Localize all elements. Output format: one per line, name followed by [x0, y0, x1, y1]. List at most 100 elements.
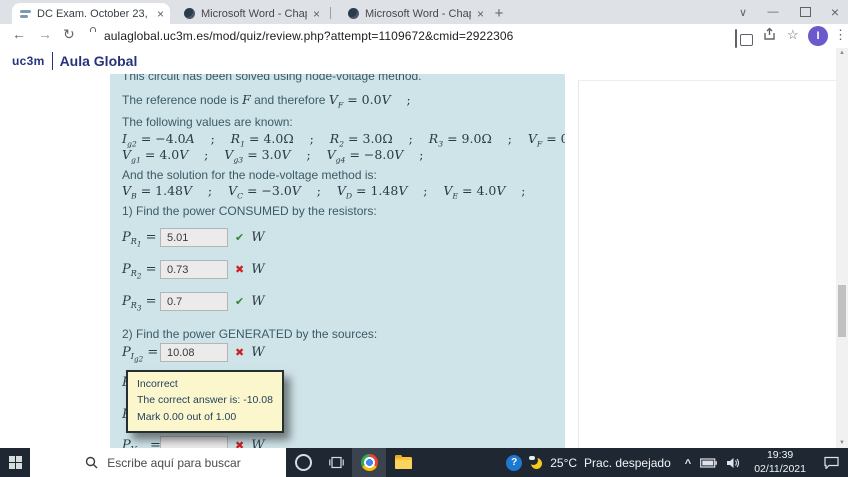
scrollbar-thumb[interactable]	[838, 285, 846, 337]
math-token: V	[291, 183, 301, 198]
hidden-icons-chevron-icon[interactable]: ^	[685, 458, 691, 470]
page-scrollbar[interactable]: ▲ ▼	[836, 48, 848, 448]
notification-icon	[823, 456, 839, 469]
word-favicon-icon	[184, 8, 195, 19]
avatar[interactable]: I	[808, 26, 828, 46]
math-token: ;	[293, 131, 330, 146]
answer-label: PVg4 =	[122, 437, 161, 448]
action-center-button[interactable]	[814, 448, 848, 477]
window-close-button[interactable]: ×	[825, 2, 845, 22]
window-restore-button[interactable]	[795, 2, 815, 22]
answer-input[interactable]	[160, 292, 228, 311]
tab-close-icon[interactable]: ×	[313, 7, 320, 21]
math-token: V	[281, 147, 291, 162]
math-token: = 9.0	[443, 131, 482, 146]
check-icon: ✔	[235, 232, 245, 244]
answer-input[interactable]	[160, 260, 228, 279]
task-view-button[interactable]	[320, 448, 352, 477]
task-view-icon	[328, 456, 344, 469]
answer-label: PR3 =	[122, 294, 160, 312]
weather-desc: Prac. despejado	[584, 455, 671, 470]
get-help-tray-button[interactable]: ?	[501, 448, 527, 477]
math-token: PR1	[122, 229, 142, 250]
math-token: and therefore	[250, 93, 329, 107]
back-icon[interactable]: ←	[12, 26, 26, 42]
windows-taskbar: Escribe aquí para buscar ? 25°C Prac. des…	[0, 448, 848, 477]
answer-input[interactable]	[160, 228, 228, 247]
taskbar-clock[interactable]: 19:39 02/11/2021	[746, 448, 814, 477]
answer-label: PR1 =	[122, 229, 160, 250]
aula-global-favicon-icon	[20, 9, 31, 19]
math-token: VF	[328, 92, 344, 110]
scroll-down-icon[interactable]: ▼	[836, 438, 848, 448]
math-token: PR2	[122, 261, 142, 282]
math-token: Vg4	[326, 147, 346, 165]
speaker-icon[interactable]	[726, 457, 740, 469]
address-bar[interactable]: aulaglobal.uc3m.es/mod/quiz/review.php?a…	[104, 29, 513, 43]
math-token: ;	[491, 131, 528, 146]
forward-icon[interactable]: →	[38, 26, 52, 42]
math-token: Ω	[382, 131, 393, 146]
chrome-taskbar-button[interactable]	[352, 448, 386, 477]
tab-word-2[interactable]: Microsoft Word - Chapman_Exam ×	[340, 3, 490, 24]
tab-separator	[330, 7, 331, 19]
check-icon: ✔	[235, 296, 245, 308]
math-token: VE	[443, 183, 459, 201]
tab-dc-exam[interactable]: DC Exam. October 23, 2020: Online ×	[12, 3, 170, 24]
logo-divider	[51, 52, 53, 70]
question-text-area: This circuit has been solved using node-…	[110, 74, 565, 448]
cortana-button[interactable]	[286, 448, 320, 477]
tab-close-icon[interactable]: ×	[477, 7, 484, 21]
tab-search-chevron-icon[interactable]: ∨	[733, 2, 753, 22]
answer-label: PIg2 =	[122, 345, 160, 363]
math-token: Ig2	[122, 131, 137, 149]
math-token: = 1.48	[352, 183, 399, 198]
scroll-up-icon[interactable]: ▲	[836, 48, 848, 58]
solution-intro: And the solution for the node-voltage me…	[122, 168, 377, 182]
share-icon[interactable]	[762, 27, 777, 42]
math-token: PVg4	[122, 437, 137, 448]
math-token: = 4.0	[245, 131, 284, 146]
math-token: VD	[336, 183, 353, 201]
tab-close-icon[interactable]: ×	[157, 7, 164, 21]
math-token: VB	[122, 183, 137, 201]
clock-time: 19:39	[766, 449, 794, 462]
start-button[interactable]	[0, 448, 30, 477]
translate-icon[interactable]	[735, 29, 737, 48]
right-column-top-border	[578, 80, 836, 81]
solution-line: VB = 1.48V ; VC = −3.0V ; VD = 1.48V ; V…	[122, 183, 526, 201]
answer-input[interactable]	[160, 343, 228, 362]
tab-word-1[interactable]: Microsoft Word - Chapman_Exam ×	[176, 3, 326, 24]
math-token: R1	[230, 131, 246, 149]
browser-toolbar: ← → ↻ aulaglobal.uc3m.es/mod/quiz/review…	[0, 24, 848, 49]
chrome-icon	[360, 454, 378, 471]
question-intro: This circuit has been solved using node-…	[122, 74, 422, 83]
math-token: ;	[188, 147, 225, 162]
kebab-menu-icon[interactable]: ⋮	[834, 27, 847, 43]
math-token: =	[141, 261, 161, 277]
bookmark-star-icon[interactable]: ☆	[787, 27, 799, 43]
search-placeholder: Escribe aquí para buscar	[107, 455, 241, 470]
reference-node-line: The reference node is F and therefore VF…	[122, 92, 411, 110]
math-token: V	[381, 92, 391, 107]
new-tab-button[interactable]: +	[490, 4, 508, 22]
math-token: R3	[428, 131, 444, 149]
search-icon	[86, 456, 98, 469]
cross-icon: ✖	[235, 264, 245, 276]
math-token: = 0.0	[343, 92, 382, 107]
uc3m-aula-global-logo[interactable]: uc3m Aula Global	[12, 52, 137, 70]
file-explorer-button[interactable]	[386, 448, 420, 477]
math-token: A	[185, 131, 195, 146]
answer-input[interactable]	[160, 436, 228, 448]
answer-unit: W	[251, 438, 265, 448]
taskbar-search-box[interactable]: Escribe aquí para buscar	[30, 448, 286, 477]
system-tray: ^	[679, 448, 746, 477]
math-token: ;	[300, 183, 337, 198]
battery-icon[interactable]	[700, 457, 718, 468]
weather-widget[interactable]: 25°C Prac. despejado	[527, 448, 679, 477]
window-minimize-button[interactable]: —	[763, 2, 783, 22]
reload-icon[interactable]: ↻	[63, 26, 75, 43]
math-token: = 0.0	[546, 131, 565, 146]
feedback-tooltip: Incorrect The correct answer is: -10.08 …	[126, 370, 284, 433]
math-token: ;	[194, 131, 231, 146]
